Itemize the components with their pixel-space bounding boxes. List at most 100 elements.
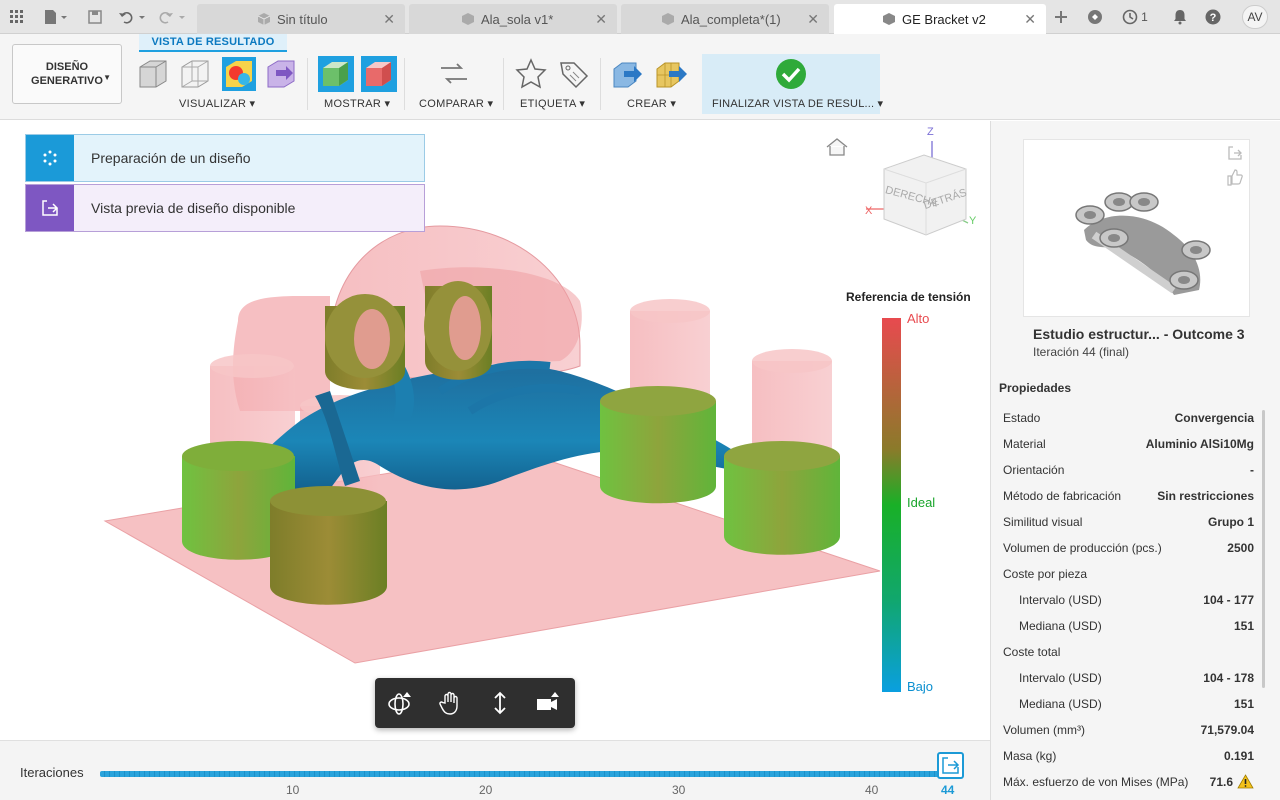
3d-viewport[interactable]: DERECHA DETRÁS Z X Y Preparación de un d… xyxy=(0,121,990,740)
view-cube[interactable] xyxy=(866,141,969,236)
tab-label: Ala_sola v1* xyxy=(481,11,554,27)
help-icon[interactable]: ? xyxy=(1202,6,1224,28)
show-obstacle-red-icon[interactable] xyxy=(361,56,397,92)
document-cube-icon xyxy=(883,13,895,25)
close-icon[interactable]: ✕ xyxy=(595,11,607,28)
group-comparar[interactable]: COMPARAR ▾ xyxy=(419,97,493,110)
tab-label: Ala_completa*(1) xyxy=(681,11,781,27)
outcome-thumbnail[interactable] xyxy=(1023,139,1250,317)
finish-result-view-button[interactable]: FINALIZAR VISTA DE RESUL... ▾ xyxy=(702,54,883,114)
property-row: Masa (kg) 0.191 xyxy=(1003,749,1254,763)
tab-ala-sola[interactable]: Ala_sola v1* ✕ xyxy=(409,4,617,34)
property-row: Método de fabricación Sin restricciones xyxy=(1003,489,1254,503)
axis-z-label: Z xyxy=(927,126,934,138)
iterations-slider[interactable] xyxy=(100,771,942,777)
tick-label: 20 xyxy=(479,783,493,797)
pan-hand-icon[interactable] xyxy=(437,690,463,716)
user-avatar[interactable]: AV xyxy=(1242,5,1268,29)
stress-map-icon[interactable] xyxy=(222,57,256,91)
property-row: Material Aluminio AlSi10Mg xyxy=(1003,437,1254,451)
legend-title: Referencia de tensión xyxy=(846,290,971,304)
orbit-icon[interactable] xyxy=(387,690,413,716)
open-preview-icon xyxy=(26,185,74,231)
save-icon[interactable] xyxy=(84,6,106,28)
close-icon[interactable]: ✕ xyxy=(1024,11,1036,28)
home-view-icon[interactable] xyxy=(826,138,848,156)
notice-text: Vista previa de diseño disponible xyxy=(91,200,296,216)
show-preserve-green-icon[interactable] xyxy=(318,56,354,92)
wireframe-icon[interactable] xyxy=(178,57,212,91)
open-outcome-icon[interactable] xyxy=(1227,145,1243,161)
close-icon[interactable]: ✕ xyxy=(807,11,819,28)
undo-icon[interactable] xyxy=(117,6,147,28)
extensions-icon[interactable] xyxy=(1084,6,1106,28)
divider xyxy=(503,58,504,110)
group-etiqueta[interactable]: ETIQUETA ▾ xyxy=(520,97,585,110)
compare-arrows-icon[interactable] xyxy=(437,57,471,91)
notice-preparing[interactable]: Preparación de un diseño xyxy=(25,134,425,182)
property-row: Mediana (USD) 151 xyxy=(1019,619,1254,633)
app-grid-icon[interactable] xyxy=(6,6,28,28)
iterations-label: Iteraciones xyxy=(20,765,84,780)
workspace-line2: GENERATIVO xyxy=(31,75,103,87)
properties-panel: Estudio estructur... - Outcome 3 Iteraci… xyxy=(990,121,1280,800)
axis-y-label: Y xyxy=(969,215,977,227)
solid-body-icon[interactable] xyxy=(136,57,170,91)
group-mostrar[interactable]: MOSTRAR ▾ xyxy=(324,97,390,110)
workspace-switcher-button[interactable]: DISEÑO GENERATIVO ▼ xyxy=(12,44,122,104)
legend-low: Bajo xyxy=(907,679,934,694)
zoom-icon[interactable] xyxy=(487,690,513,716)
tab-ge-bracket[interactable]: GE Bracket v2 ✕ xyxy=(834,4,1046,34)
tab-ala-completa[interactable]: Ala_completa*(1) ✕ xyxy=(621,4,829,34)
properties-list: Estado Convergencia Material Aluminio AlSi… xyxy=(991,405,1263,795)
property-row: Estado Convergencia xyxy=(1003,411,1254,425)
navigation-toolbar xyxy=(375,678,575,728)
document-cube-icon xyxy=(462,13,474,25)
tag-icon[interactable] xyxy=(557,57,591,91)
divider xyxy=(404,58,405,110)
job-status-icon[interactable]: 1 xyxy=(1118,6,1152,28)
property-row: Volumen (mm³) 71,579.04 xyxy=(1003,723,1254,737)
create-design-icon[interactable] xyxy=(612,57,646,91)
group-visualizar[interactable]: VISUALIZAR ▾ xyxy=(179,97,255,110)
property-group-header: Coste por pieza xyxy=(1003,567,1088,581)
tick-label: 10 xyxy=(286,783,300,797)
property-row: Orientación - xyxy=(1003,463,1254,477)
panel-scrollbar[interactable] xyxy=(1262,410,1265,688)
svg-text:?: ? xyxy=(1210,12,1217,24)
tab-label: Sin título xyxy=(277,11,328,27)
tab-sin-titulo[interactable]: Sin título ✕ xyxy=(197,4,405,34)
camera-icon[interactable] xyxy=(535,690,561,716)
document-cube-icon xyxy=(257,13,271,25)
notice-preview-available[interactable]: Vista previa de diseño disponible xyxy=(25,184,425,232)
new-tab-icon[interactable] xyxy=(1050,6,1072,28)
open-preview-icon xyxy=(942,757,960,774)
thumbs-up-icon[interactable] xyxy=(1227,168,1243,186)
property-row: Máx. esfuerzo de von Mises (MPa) 71.6 xyxy=(991,769,1263,795)
close-icon[interactable]: ✕ xyxy=(383,11,395,28)
redo-icon[interactable] xyxy=(157,6,187,28)
job-count: 1 xyxy=(1141,10,1148,24)
spinner-icon xyxy=(26,135,74,181)
iteration-handle[interactable] xyxy=(937,752,964,779)
tab-vista-de-resultado[interactable]: VISTA DE RESULTADO xyxy=(139,34,287,52)
checkmark-icon xyxy=(776,59,806,89)
property-row: Similitud visual Grupo 1 xyxy=(1003,515,1254,529)
outcome-title: Estudio estructur... - Outcome 3 xyxy=(1033,326,1245,342)
group-crear[interactable]: CREAR ▾ xyxy=(627,97,676,110)
export-view-icon[interactable] xyxy=(264,57,298,91)
create-mesh-icon[interactable] xyxy=(655,57,689,91)
workspace-line1: DISEÑO xyxy=(45,61,89,73)
legend-high: Alto xyxy=(907,311,930,326)
warning-icon[interactable] xyxy=(1237,774,1254,789)
tick-label: 40 xyxy=(865,783,879,797)
property-row: Intervalo (USD) 104 - 178 xyxy=(1019,671,1254,685)
file-menu-icon[interactable] xyxy=(40,6,70,28)
star-icon[interactable] xyxy=(514,57,548,91)
outcome-preview-image xyxy=(1075,192,1211,295)
chevron-down-icon: ▼ xyxy=(103,73,111,82)
notifications-icon[interactable] xyxy=(1169,6,1191,28)
property-row: Volumen de producción (pcs.) 2500 xyxy=(1003,541,1254,555)
iterations-timeline: Iteraciones 10 20 30 40 44 xyxy=(0,740,990,800)
top-tab-bar: Sin título ✕ Ala_sola v1* ✕ Ala_completa… xyxy=(0,0,1280,34)
